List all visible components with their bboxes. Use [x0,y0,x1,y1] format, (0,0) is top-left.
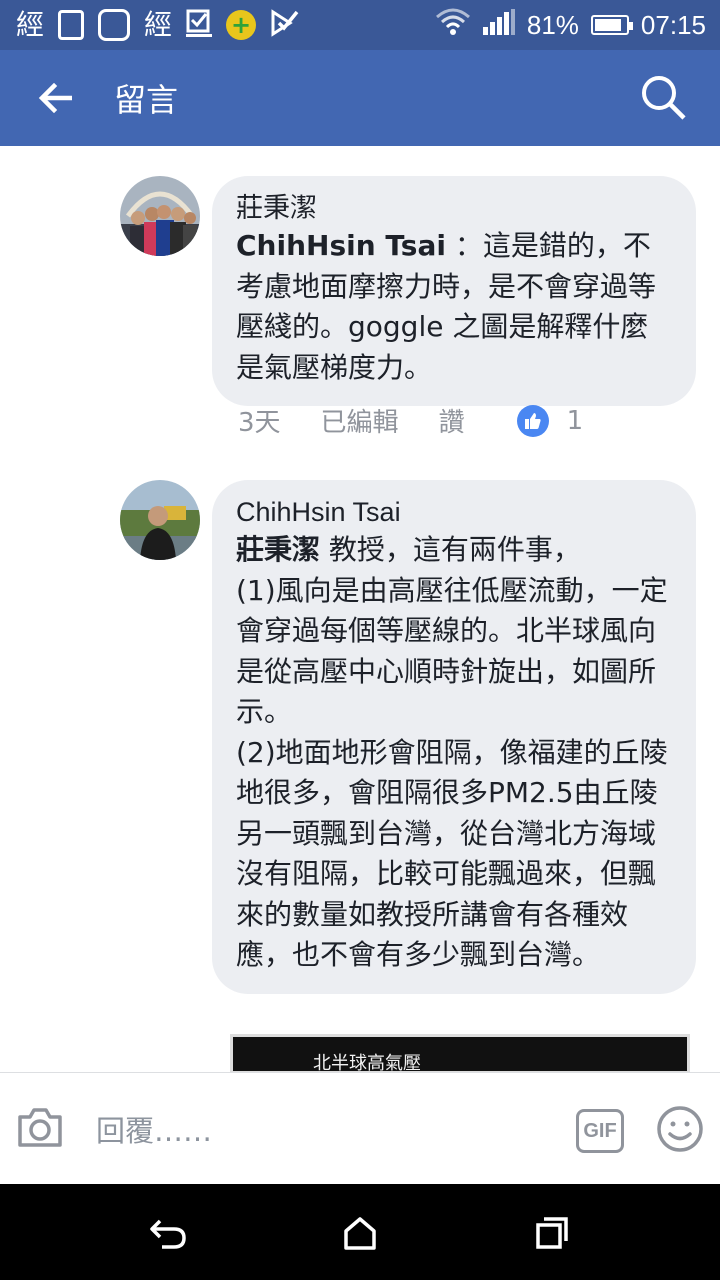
comment-body: 教授，這有兩件事， (1)風向是由高壓往低壓流動，一定會穿過每個等壓線的。北半球… [236,533,668,971]
camera-button[interactable] [16,1105,64,1149]
reply-bar: GIF [0,1072,720,1184]
comment-author[interactable]: 莊秉潔 [236,190,670,226]
wifi-icon [435,7,471,44]
signal-icon [482,8,515,42]
avatar-photo-icon [120,176,200,256]
comment-author[interactable]: ChihHsin Tsai [236,494,670,530]
system-indicators: 81% 07:15 [435,0,706,50]
home-icon [344,1217,376,1250]
comments-list: 莊秉潔 ChihHsin Tsai ：這是錯的，不考慮地面摩擦力時，是不會穿過等… [0,146,720,1072]
notification-icons: 經 經 + [0,8,300,42]
nav-home-button[interactable] [335,1208,385,1258]
avatar-photo-icon [120,480,200,560]
plus-app-icon: + [226,10,257,40]
search-button[interactable] [634,68,694,128]
plug-icon [98,9,131,41]
recents-icon [536,1217,568,1249]
back-arrow-icon [38,83,72,113]
page-title: 留言 [114,82,179,118]
gif-button[interactable]: GIF [576,1109,624,1153]
like-count[interactable]: 1 [567,406,584,436]
nav-recents-button[interactable] [527,1208,577,1258]
comment-text: ChihHsin Tsai ：這是錯的，不考慮地面摩擦力時，是不會穿過等壓綫的。… [236,226,670,388]
comment-bubble: ChihHsin Tsai 莊秉潔 教授，這有兩件事， (1)風向是由高壓往低壓… [212,480,696,994]
app-bar: 留言 [0,50,720,146]
search-icon [642,76,686,120]
status-bar: 經 經 + 81% 07:15 [0,0,720,50]
back-icon [150,1219,186,1249]
battery-percent: 81% [526,9,579,40]
nav-back-button[interactable] [143,1208,193,1258]
system-nav-bar [0,1184,720,1280]
app-notification-icon: 經 [144,8,173,41]
comment-time: 3天 [238,408,281,438]
smiley-icon [657,1106,703,1152]
avatar[interactable] [120,176,200,256]
back-button[interactable] [26,68,86,128]
clock: 07:15 [640,9,706,40]
attached-image-caption: 北半球高氣壓 [313,1053,421,1074]
check-arrow-icon [270,8,300,42]
avatar[interactable] [120,480,200,560]
reply-input[interactable] [96,1109,536,1153]
comment-text: 莊秉潔 教授，這有兩件事， (1)風向是由高壓往低壓流動，一定會穿過每個等壓線的… [236,530,670,976]
camera-icon [18,1108,62,1147]
comment-actions: 3天 已編輯 讚 1 [238,402,583,439]
edited-link[interactable]: 已編輯 [321,402,399,439]
comment-bubble: 莊秉潔 ChihHsin Tsai ：這是錯的，不考慮地面摩擦力時，是不會穿過等… [212,176,696,406]
like-button[interactable]: 讚 [439,402,465,439]
comment-mention[interactable]: ChihHsin Tsai [236,229,446,262]
battery-icon [590,15,633,35]
app-notification-icon: 經 [16,8,45,41]
tablet-icon [58,10,85,40]
thumbs-up-icon [516,404,549,437]
comment-mention[interactable]: 莊秉潔 [236,533,320,566]
attached-image[interactable]: 北半球高氣壓 [230,1034,690,1074]
emoji-button[interactable] [656,1105,704,1153]
checkbox-icon [186,8,213,42]
